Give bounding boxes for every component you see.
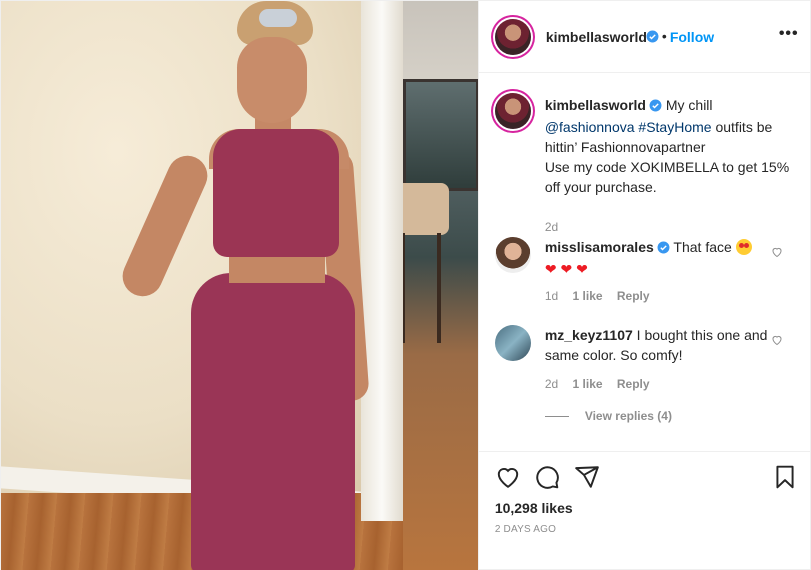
share-icon[interactable] <box>574 464 600 493</box>
comment-meta: 2d 1 like Reply <box>545 377 661 391</box>
verified-badge-icon <box>657 239 670 259</box>
post-date[interactable]: 2 DAYS AGO <box>495 524 556 535</box>
author-avatar[interactable] <box>494 19 531 55</box>
comment-text: misslisamorales That face ❤ ❤ ❤ <box>545 237 775 279</box>
photo-bar-stool <box>393 183 473 363</box>
post-actions: 10,298 likes 2 DAYS AGO <box>478 451 811 570</box>
comment-timestamp[interactable]: 2d <box>545 377 558 391</box>
caption-hashtag-link[interactable]: #StayHome <box>638 119 711 135</box>
bookmark-icon[interactable] <box>772 464 798 493</box>
commenter-avatar[interactable] <box>494 237 531 273</box>
caption-body: My chill <box>665 97 713 113</box>
reply-button[interactable]: Reply <box>617 289 650 303</box>
header-separator-dot: • <box>661 28 667 44</box>
commenter-username[interactable]: misslisamorales <box>545 239 654 255</box>
caption-mention-link[interactable]: @fashionnova <box>545 119 635 135</box>
comment-like-count[interactable]: 1 like <box>573 377 603 391</box>
comment-like-count[interactable]: 1 like <box>573 289 603 303</box>
verified-badge-icon <box>646 30 659 46</box>
photo-window <box>403 79 478 191</box>
replies-divider-line <box>544 416 569 418</box>
red-heart-emoji-icon: ❤ <box>544 261 557 277</box>
comment-icon[interactable] <box>534 464 560 493</box>
commenter-username[interactable]: mz_keyz1107 <box>545 327 633 343</box>
reply-button[interactable]: Reply <box>617 377 650 391</box>
verified-badge-icon <box>649 97 662 117</box>
like-comment-heart-icon[interactable] <box>771 333 783 349</box>
like-count[interactable]: 10,298 likes <box>495 500 573 516</box>
comment-meta: 1d 1 like Reply <box>545 289 661 303</box>
commenter-avatar[interactable] <box>494 325 531 361</box>
like-comment-heart-icon[interactable] <box>771 245 783 261</box>
more-options-icon[interactable]: ••• <box>779 25 799 43</box>
caption-promo-line: Use my code XOKIMBELLA to get 15% off yo… <box>544 159 790 195</box>
heart-icon[interactable] <box>495 464 521 493</box>
view-replies-button[interactable]: View replies (4) <box>544 409 672 423</box>
author-username[interactable]: kimbellasworld <box>546 29 647 45</box>
post-side-panel: kimbellasworld • Follow ••• kimbellaswor… <box>477 1 811 570</box>
post-photo[interactable] <box>1 1 478 570</box>
caption-avatar[interactable] <box>494 93 531 129</box>
photo-person <box>116 1 381 570</box>
view-replies-label: View replies (4) <box>584 409 672 423</box>
caption-timestamp[interactable]: 2d <box>545 220 558 234</box>
caption-username[interactable]: kimbellasworld <box>545 97 646 113</box>
caption-text: kimbellasworld My chill @fashionnova #St… <box>545 95 797 197</box>
heart-eyes-emoji-icon <box>735 239 752 255</box>
comment-timestamp[interactable]: 1d <box>545 289 558 303</box>
red-heart-emoji-icon: ❤ <box>576 261 588 277</box>
follow-button[interactable]: Follow <box>670 29 714 45</box>
comment-body: That face <box>673 239 732 255</box>
post-header: kimbellasworld • Follow ••• <box>478 1 811 73</box>
instagram-post: kimbellasworld • Follow ••• kimbellaswor… <box>0 0 811 570</box>
red-heart-emoji-icon: ❤ <box>560 261 573 277</box>
comments-section: kimbellasworld My chill @fashionnova #St… <box>479 73 811 451</box>
comment-text: mz_keyz1107 I bought this one and same c… <box>545 325 775 365</box>
